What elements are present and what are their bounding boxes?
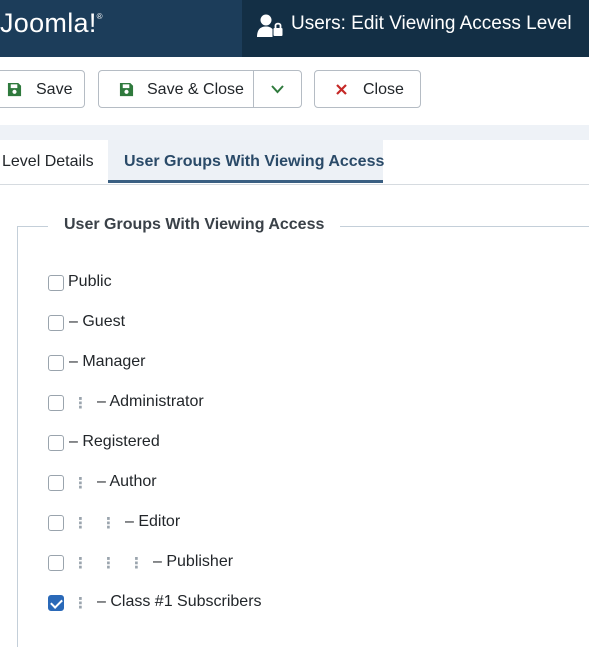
group-label[interactable]: – Registered bbox=[69, 433, 160, 451]
group-label[interactable]: – Administrator bbox=[97, 393, 204, 411]
save-close-button-group: Save & Close bbox=[98, 70, 302, 108]
tree-indent-icon: ⋮ bbox=[73, 515, 88, 532]
logo[interactable]: Joomla!® bbox=[0, 0, 242, 57]
header: Joomla!® Users: Edit Viewing Access Leve… bbox=[0, 0, 589, 57]
trademark-mark: ® bbox=[96, 12, 103, 21]
tree-indent-icon: ⋮ bbox=[73, 595, 88, 612]
tab-label: User Groups With Viewing Access bbox=[124, 153, 385, 170]
group-checkbox[interactable] bbox=[48, 275, 64, 291]
tab-user-groups[interactable]: User Groups With Viewing Access bbox=[108, 140, 385, 183]
tab-label: Level Details bbox=[2, 153, 94, 170]
toolbar: Save Save & Close Close bbox=[0, 57, 589, 125]
joomla-logo: Joomla!® bbox=[0, 8, 103, 39]
tree-indent-icon: ⋮ bbox=[101, 515, 116, 532]
group-label[interactable]: – Publisher bbox=[153, 553, 233, 571]
close-label: Close bbox=[363, 81, 404, 98]
save-icon bbox=[119, 82, 134, 97]
group-label[interactable]: – Class #1 Subscribers bbox=[97, 593, 262, 611]
save-label: Save bbox=[36, 81, 73, 98]
group-label[interactable]: Public bbox=[68, 273, 112, 291]
tab-bar: Level Details User Groups With Viewing A… bbox=[0, 140, 589, 185]
save-button[interactable]: Save bbox=[0, 70, 85, 108]
user-lock-icon bbox=[257, 14, 283, 37]
group-row-manager: – Manager bbox=[0, 352, 589, 376]
logo-text: Joomla! bbox=[0, 8, 97, 38]
group-row-publisher: ⋮ ⋮ ⋮ – Publisher bbox=[0, 552, 589, 576]
group-row-class-1-subscribers: ⋮ – Class #1 Subscribers bbox=[0, 592, 589, 616]
group-checkbox[interactable] bbox=[48, 435, 64, 451]
group-row-author: ⋮ – Author bbox=[0, 472, 589, 496]
page-title-bar: Users: Edit Viewing Access Level bbox=[242, 0, 589, 57]
group-row-guest: – Guest bbox=[0, 312, 589, 336]
group-checkbox[interactable] bbox=[48, 595, 64, 611]
save-icon bbox=[7, 82, 22, 97]
save-dropdown-toggle[interactable] bbox=[254, 71, 301, 107]
fieldset-legend: User Groups With Viewing Access bbox=[48, 216, 341, 234]
chevron-down-icon bbox=[271, 85, 284, 94]
group-row-registered: – Registered bbox=[0, 432, 589, 456]
toolbar-separator bbox=[0, 125, 589, 140]
tree-indent-icon: ⋮ bbox=[101, 555, 116, 572]
close-icon bbox=[336, 84, 347, 95]
group-label[interactable]: – Manager bbox=[69, 353, 146, 371]
group-checkbox[interactable] bbox=[48, 395, 64, 411]
save-close-label: Save & Close bbox=[147, 81, 244, 98]
tree-indent-icon: ⋮ bbox=[73, 475, 88, 492]
group-label[interactable]: – Author bbox=[97, 473, 157, 491]
tab-level-details[interactable]: Level Details bbox=[0, 140, 108, 183]
page-title: Users: Edit Viewing Access Level bbox=[291, 13, 572, 34]
group-checkbox[interactable] bbox=[48, 315, 64, 331]
group-row-public: Public bbox=[0, 272, 589, 296]
tree-indent-icon: ⋮ bbox=[73, 395, 88, 412]
tree-indent-icon: ⋮ bbox=[73, 555, 88, 572]
group-row-administrator: ⋮ – Administrator bbox=[0, 392, 589, 416]
tree-indent-icon: ⋮ bbox=[129, 555, 144, 572]
group-label[interactable]: – Editor bbox=[125, 513, 180, 531]
group-checkbox[interactable] bbox=[48, 475, 64, 491]
save-close-button[interactable]: Save & Close bbox=[99, 71, 253, 107]
group-checkbox[interactable] bbox=[48, 355, 64, 371]
group-row-editor: ⋮ ⋮ – Editor bbox=[0, 512, 589, 536]
group-checkbox[interactable] bbox=[48, 515, 64, 531]
group-label[interactable]: – Guest bbox=[69, 313, 125, 331]
group-checkbox[interactable] bbox=[48, 555, 64, 571]
close-button[interactable]: Close bbox=[314, 70, 421, 108]
